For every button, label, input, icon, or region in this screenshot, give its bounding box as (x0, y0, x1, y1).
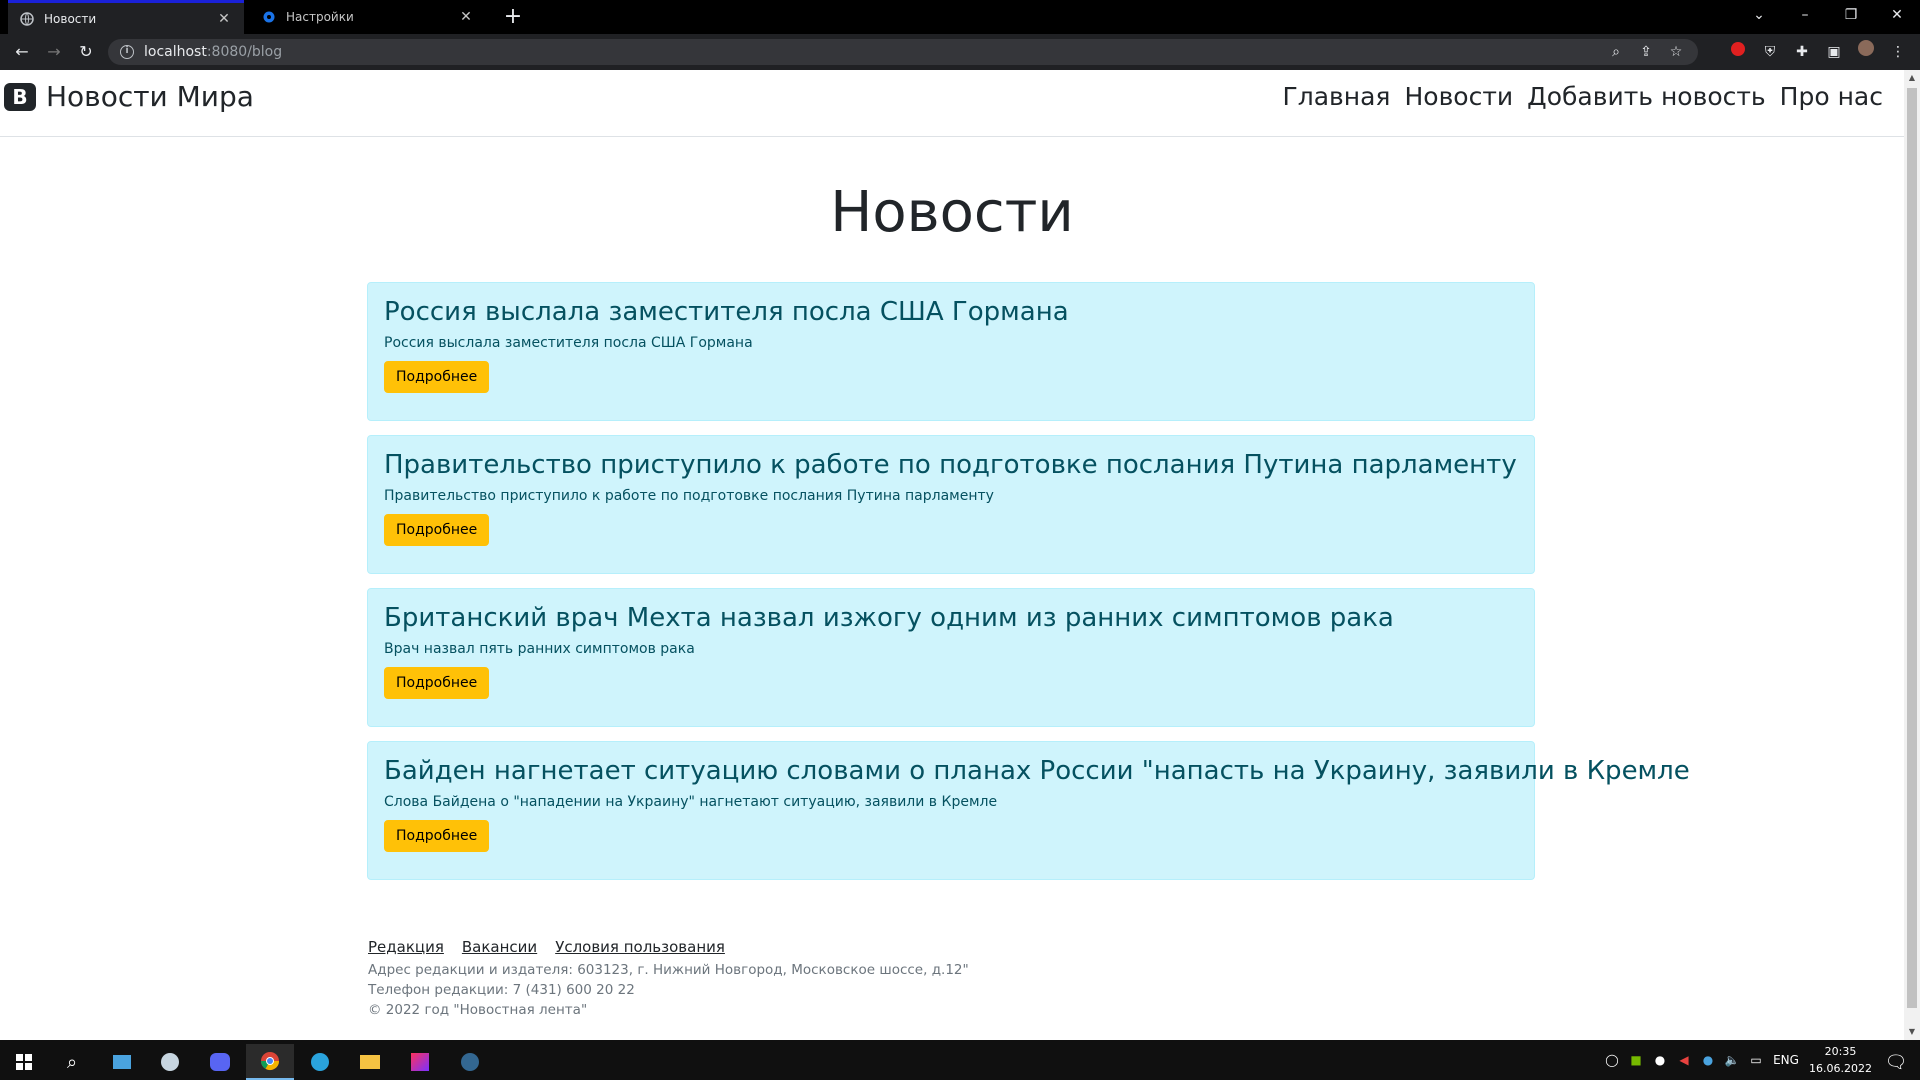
browser-tab-bar: Новости ✕ Настройки ✕ + ⌄ – ❐ ✕ (0, 0, 1920, 34)
chrome-icon[interactable] (246, 1044, 294, 1080)
steam-icon[interactable] (146, 1044, 194, 1080)
bootstrap-logo-icon: B (4, 82, 36, 111)
read-more-button[interactable]: Подробнее (384, 361, 490, 393)
footer-address: Адрес редакции и издателя: 603123, г. Ни… (368, 962, 969, 978)
news-card: Британский врач Мехта назвал изжогу одни… (367, 588, 1535, 727)
reload-icon[interactable]: ↻ (74, 40, 98, 64)
profile-avatar[interactable] (1854, 40, 1878, 64)
read-more-button[interactable]: Подробнее (384, 667, 490, 699)
tab-search-icon[interactable]: ⌄ (1736, 0, 1782, 30)
display-icon[interactable]: ▭ (1744, 1053, 1768, 1067)
forward-arrow-icon[interactable]: → (42, 40, 66, 64)
page-title: Новости (830, 180, 1074, 245)
scrollbar-thumb[interactable] (1907, 88, 1917, 1008)
news-card: Байден нагнетает ситуацию словами о план… (367, 741, 1690, 880)
volume-icon[interactable]: 🔈 (1720, 1053, 1744, 1067)
language-indicator[interactable]: ENG (1768, 1053, 1804, 1067)
tray-app-icon[interactable]: ◀ (1672, 1053, 1696, 1067)
news-card: Правительство приступило к работе по под… (367, 435, 1535, 574)
news-summary: Правительство приступило к работе по под… (384, 488, 994, 504)
menu-kebab-icon[interactable]: ⋮ (1886, 40, 1910, 64)
nav-link-add-news[interactable]: Добавить новость (1520, 82, 1773, 111)
tab-title: Настройки (286, 10, 354, 24)
new-tab-button[interactable]: + (500, 4, 526, 30)
notifications-icon[interactable]: 🗨 (1872, 1044, 1920, 1080)
os-taskbar: ⌕ ◯ ■ ● ◀ ● 🔈 ▭ ENG 20:35 16.06.2022 🗨 (0, 1040, 1920, 1080)
main-nav: Главная Новости Добавить новость Про нас (1275, 82, 1890, 111)
footer-link-vacancies[interactable]: Вакансии (462, 938, 537, 956)
back-arrow-icon[interactable]: ← (10, 40, 34, 64)
nav-link-about[interactable]: Про нас (1773, 82, 1890, 111)
page-viewport: B Новости Мира Главная Новости Добавить … (0, 70, 1904, 1040)
gear-icon (262, 10, 276, 24)
news-list: Россия выслала заместителя посла США Гор… (367, 282, 1690, 894)
browser-toolbar: ← → ↻ i localhost:8080/blog ⌕ ⇪ ☆ ⛨ ✚ ▣ … (0, 34, 1920, 70)
windows-start-icon[interactable] (0, 1044, 48, 1080)
network-globe-icon[interactable]: ● (1696, 1053, 1720, 1067)
news-summary: Врач назвал пять ранних симптомов рака (384, 641, 695, 657)
site-info-icon[interactable]: i (120, 45, 134, 59)
search-icon[interactable]: ⌕ (48, 1044, 96, 1080)
nav-link-home[interactable]: Главная (1275, 82, 1397, 111)
scroll-up-arrow-icon[interactable]: ▲ (1904, 70, 1920, 86)
news-summary: Россия выслала заместителя посла США Гор… (384, 335, 753, 351)
jetbrains-ide-icon[interactable] (396, 1044, 444, 1080)
site-footer: Редакция Вакансии Условия пользования Ад… (368, 938, 1536, 1022)
brand-link[interactable]: B Новости Мира (4, 80, 254, 113)
telegram-icon[interactable] (296, 1044, 344, 1080)
clock-time: 20:35 (1824, 1045, 1857, 1058)
postgresql-icon[interactable] (446, 1044, 494, 1080)
news-card: Россия выслала заместителя посла США Гор… (367, 282, 1535, 421)
read-more-button[interactable]: Подробнее (384, 514, 490, 546)
news-title: Байден нагнетает ситуацию словами о план… (384, 756, 1690, 786)
tray-status-icon[interactable]: ◯ (1600, 1053, 1624, 1067)
footer-links: Редакция Вакансии Условия пользования (368, 938, 1536, 956)
app-launcher-icon[interactable] (98, 1044, 146, 1080)
tab-title: Новости (44, 11, 97, 26)
minimize-button[interactable]: – (1782, 0, 1828, 30)
steam-tray-icon[interactable]: ● (1648, 1053, 1672, 1067)
system-tray: ◯ ■ ● ◀ ● 🔈 ▭ ENG (1600, 1040, 1804, 1080)
site-header: B Новости Мира Главная Новости Добавить … (0, 70, 1904, 137)
page-scrollbar[interactable]: ▲ ▼ (1904, 70, 1920, 1040)
nvidia-icon[interactable]: ■ (1624, 1053, 1648, 1067)
discord-icon[interactable] (196, 1044, 244, 1080)
news-summary: Слова Байдена о "нападении на Украину" н… (384, 794, 998, 810)
bookmark-star-icon[interactable]: ☆ (1664, 39, 1688, 65)
globe-icon (20, 11, 34, 26)
puzzle-extensions-icon[interactable]: ✚ (1790, 40, 1814, 64)
tab-news[interactable]: Новости ✕ (8, 0, 244, 34)
shield-icon[interactable]: ⛨ (1758, 40, 1782, 64)
news-title: Правительство приступило к работе по под… (384, 450, 1517, 480)
url-host: localhost (144, 44, 207, 60)
url-path: :8080/blog (206, 44, 283, 60)
scroll-down-arrow-icon[interactable]: ▼ (1904, 1024, 1920, 1040)
tab-settings[interactable]: Настройки ✕ (250, 0, 486, 34)
close-tab-icon[interactable]: ✕ (216, 11, 232, 27)
nav-link-news[interactable]: Новости (1397, 82, 1520, 111)
system-clock[interactable]: 20:35 16.06.2022 (1809, 1043, 1872, 1077)
footer-link-terms[interactable]: Условия пользования (555, 938, 725, 956)
close-window-button[interactable]: ✕ (1874, 0, 1920, 30)
footer-phone: Телефон редакции: 7 (431) 600 20 22 (368, 982, 635, 998)
file-explorer-icon[interactable] (346, 1044, 394, 1080)
side-panel-icon[interactable]: ▣ (1822, 40, 1846, 64)
address-bar[interactable]: i localhost:8080/blog ⌕ ⇪ ☆ (108, 39, 1698, 65)
brand-name: Новости Мира (46, 80, 254, 113)
restore-button[interactable]: ❐ (1828, 0, 1874, 30)
footer-link-editorial[interactable]: Редакция (368, 938, 444, 956)
close-tab-icon[interactable]: ✕ (458, 9, 474, 25)
extension-red-icon[interactable] (1726, 40, 1750, 64)
clock-date: 16.06.2022 (1809, 1062, 1872, 1075)
share-icon[interactable]: ⇪ (1634, 39, 1658, 65)
footer-copyright: © 2022 год "Новостная лента" (368, 1002, 588, 1018)
news-title: Британский врач Мехта назвал изжогу одни… (384, 603, 1394, 633)
news-title: Россия выслала заместителя посла США Гор… (384, 297, 1069, 327)
read-more-button[interactable]: Подробнее (384, 820, 490, 852)
zoom-icon[interactable]: ⌕ (1604, 39, 1628, 65)
